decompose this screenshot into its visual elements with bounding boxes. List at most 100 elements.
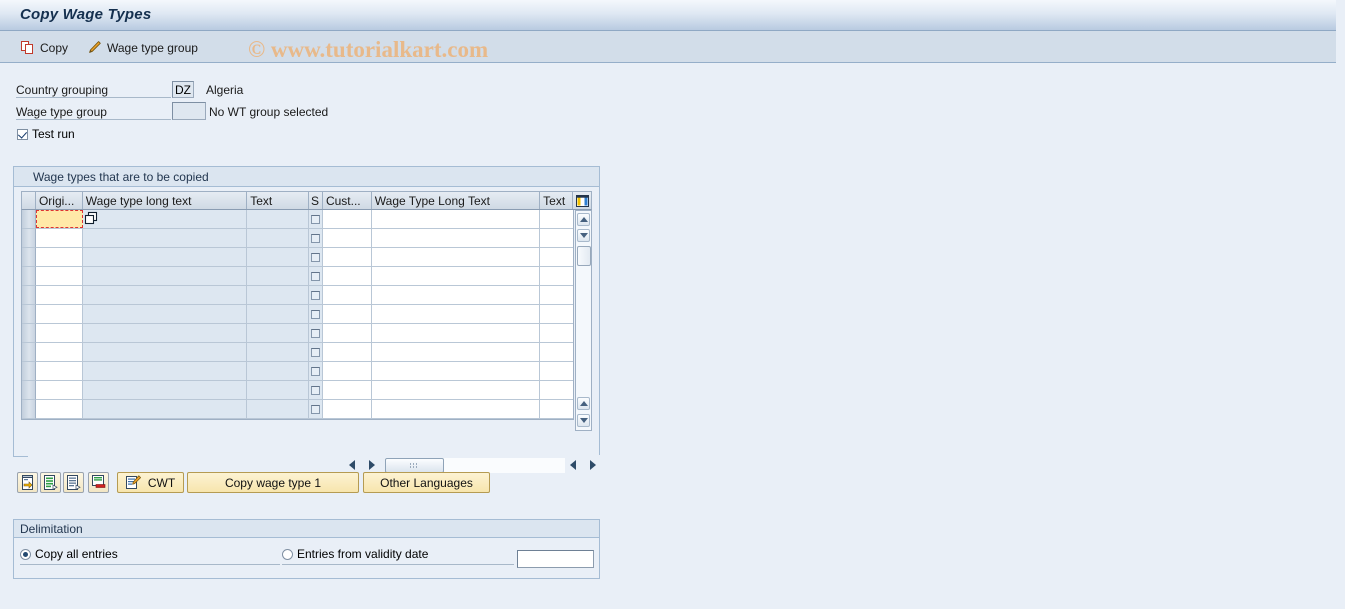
table-row[interactable] — [22, 229, 574, 248]
row-status-checkbox[interactable] — [310, 214, 320, 224]
column-header-customer[interactable]: Cust... — [323, 192, 372, 209]
table-row[interactable] — [22, 248, 574, 267]
row-select-handle[interactable] — [22, 343, 36, 362]
cell-text1[interactable] — [247, 305, 309, 324]
cell-wtlong2[interactable] — [371, 248, 541, 267]
cell-wtlong[interactable] — [82, 305, 248, 324]
scroll-page-down-icon[interactable] — [577, 414, 590, 427]
cell-wtlong[interactable] — [82, 286, 248, 305]
copy-all-entries-radio[interactable]: Copy all entries — [20, 547, 118, 561]
insert-row-icon-button[interactable] — [17, 472, 38, 493]
table-row[interactable] — [22, 267, 574, 286]
cell-origin[interactable] — [35, 400, 83, 419]
column-header-s[interactable]: S — [309, 192, 323, 209]
cell-text1[interactable] — [247, 381, 309, 400]
row-status-checkbox[interactable] — [310, 309, 320, 319]
row-status-checkbox[interactable] — [310, 347, 320, 357]
cell-s[interactable] — [308, 305, 323, 324]
value-help-icon[interactable] — [84, 211, 98, 225]
row-select-handle[interactable] — [22, 210, 36, 229]
cell-origin[interactable] — [35, 248, 83, 267]
cell-s[interactable] — [308, 324, 323, 343]
cell-cust[interactable] — [322, 229, 372, 248]
cell-wtlong2[interactable] — [371, 381, 541, 400]
cell-wtlong[interactable] — [82, 362, 248, 381]
cell-s[interactable] — [308, 362, 323, 381]
cell-wtlong2[interactable] — [371, 267, 541, 286]
scroll-down-icon[interactable] — [577, 229, 590, 242]
cell-wtlong2[interactable] — [371, 343, 541, 362]
row-select-handle[interactable] — [22, 400, 36, 419]
table-row[interactable] — [22, 305, 574, 324]
horizontal-scrollbar-track[interactable] — [385, 458, 565, 473]
cell-text1[interactable] — [247, 343, 309, 362]
horizontal-scrollbar-thumb[interactable] — [385, 458, 444, 473]
table-row[interactable] — [22, 381, 574, 400]
table-row[interactable] — [22, 362, 574, 381]
row-select-handle[interactable] — [22, 248, 36, 267]
cell-cust[interactable] — [322, 400, 372, 419]
cell-wtlong2[interactable] — [371, 305, 541, 324]
row-select-handle[interactable] — [22, 362, 36, 381]
cell-wtlong[interactable] — [82, 381, 248, 400]
column-header-wage-type-long-text-2[interactable]: Wage Type Long Text — [372, 192, 541, 209]
other-languages-button[interactable]: Other Languages — [363, 472, 490, 493]
scroll-left-secondary-icon[interactable] — [566, 458, 580, 472]
cell-s[interactable] — [308, 343, 323, 362]
cell-s[interactable] — [308, 400, 323, 419]
table-row[interactable] — [22, 400, 574, 419]
cell-s[interactable] — [308, 248, 323, 267]
cell-text2[interactable] — [540, 343, 574, 362]
test-run-checkbox[interactable]: Test run — [17, 127, 75, 141]
delete-row-icon-button[interactable] — [88, 472, 109, 493]
row-status-checkbox[interactable] — [310, 233, 320, 243]
cell-wtlong2[interactable] — [371, 210, 541, 229]
table-settings-icon[interactable] — [573, 192, 591, 209]
cell-cust[interactable] — [322, 362, 372, 381]
cell-text2[interactable] — [540, 324, 574, 343]
cell-cust[interactable] — [322, 305, 372, 324]
cell-text1[interactable] — [247, 286, 309, 305]
cell-s[interactable] — [308, 286, 323, 305]
cell-wtlong[interactable] — [82, 229, 248, 248]
wage-type-group-input[interactable] — [172, 102, 206, 120]
cell-wtlong2[interactable] — [371, 286, 541, 305]
cell-text1[interactable] — [247, 324, 309, 343]
cell-wtlong2[interactable] — [371, 362, 541, 381]
grid-select-all-header[interactable] — [22, 192, 36, 209]
cell-cust[interactable] — [322, 248, 372, 267]
wage-type-group-button[interactable]: Wage type group — [82, 36, 203, 59]
copy-button[interactable]: Copy — [16, 36, 73, 59]
copy-wage-type-button[interactable]: Copy wage type 1 — [187, 472, 359, 493]
validity-date-input[interactable] — [517, 550, 594, 568]
column-header-origin[interactable]: Origi... — [36, 192, 83, 209]
cell-origin[interactable] — [35, 286, 83, 305]
scroll-right-icon[interactable] — [365, 458, 379, 472]
cell-text1[interactable] — [247, 362, 309, 381]
scroll-up-icon[interactable] — [577, 213, 590, 226]
scroll-left-icon[interactable] — [345, 458, 359, 472]
cell-origin[interactable] — [35, 229, 83, 248]
column-header-text-1[interactable]: Text — [247, 192, 309, 209]
cell-s[interactable] — [308, 381, 323, 400]
cell-origin[interactable] — [35, 305, 83, 324]
column-header-wage-type-long-text[interactable]: Wage type long text — [83, 192, 248, 209]
cell-text2[interactable] — [540, 362, 574, 381]
cell-wtlong[interactable] — [82, 343, 248, 362]
row-status-checkbox[interactable] — [310, 366, 320, 376]
row-status-checkbox[interactable] — [310, 404, 320, 414]
cell-wtlong2[interactable] — [371, 324, 541, 343]
table-row[interactable] — [22, 343, 574, 362]
scroll-page-up-icon[interactable] — [577, 397, 590, 410]
row-status-checkbox[interactable] — [310, 385, 320, 395]
cell-wtlong2[interactable] — [371, 400, 541, 419]
cell-cust[interactable] — [322, 286, 372, 305]
cell-text2[interactable] — [540, 381, 574, 400]
cell-cust[interactable] — [322, 267, 372, 286]
cell-s[interactable] — [308, 267, 323, 286]
row-status-checkbox[interactable] — [310, 271, 320, 281]
cell-text2[interactable] — [540, 229, 574, 248]
table-row[interactable] — [22, 286, 574, 305]
cell-origin[interactable] — [35, 210, 98, 229]
cell-text1[interactable] — [247, 267, 309, 286]
